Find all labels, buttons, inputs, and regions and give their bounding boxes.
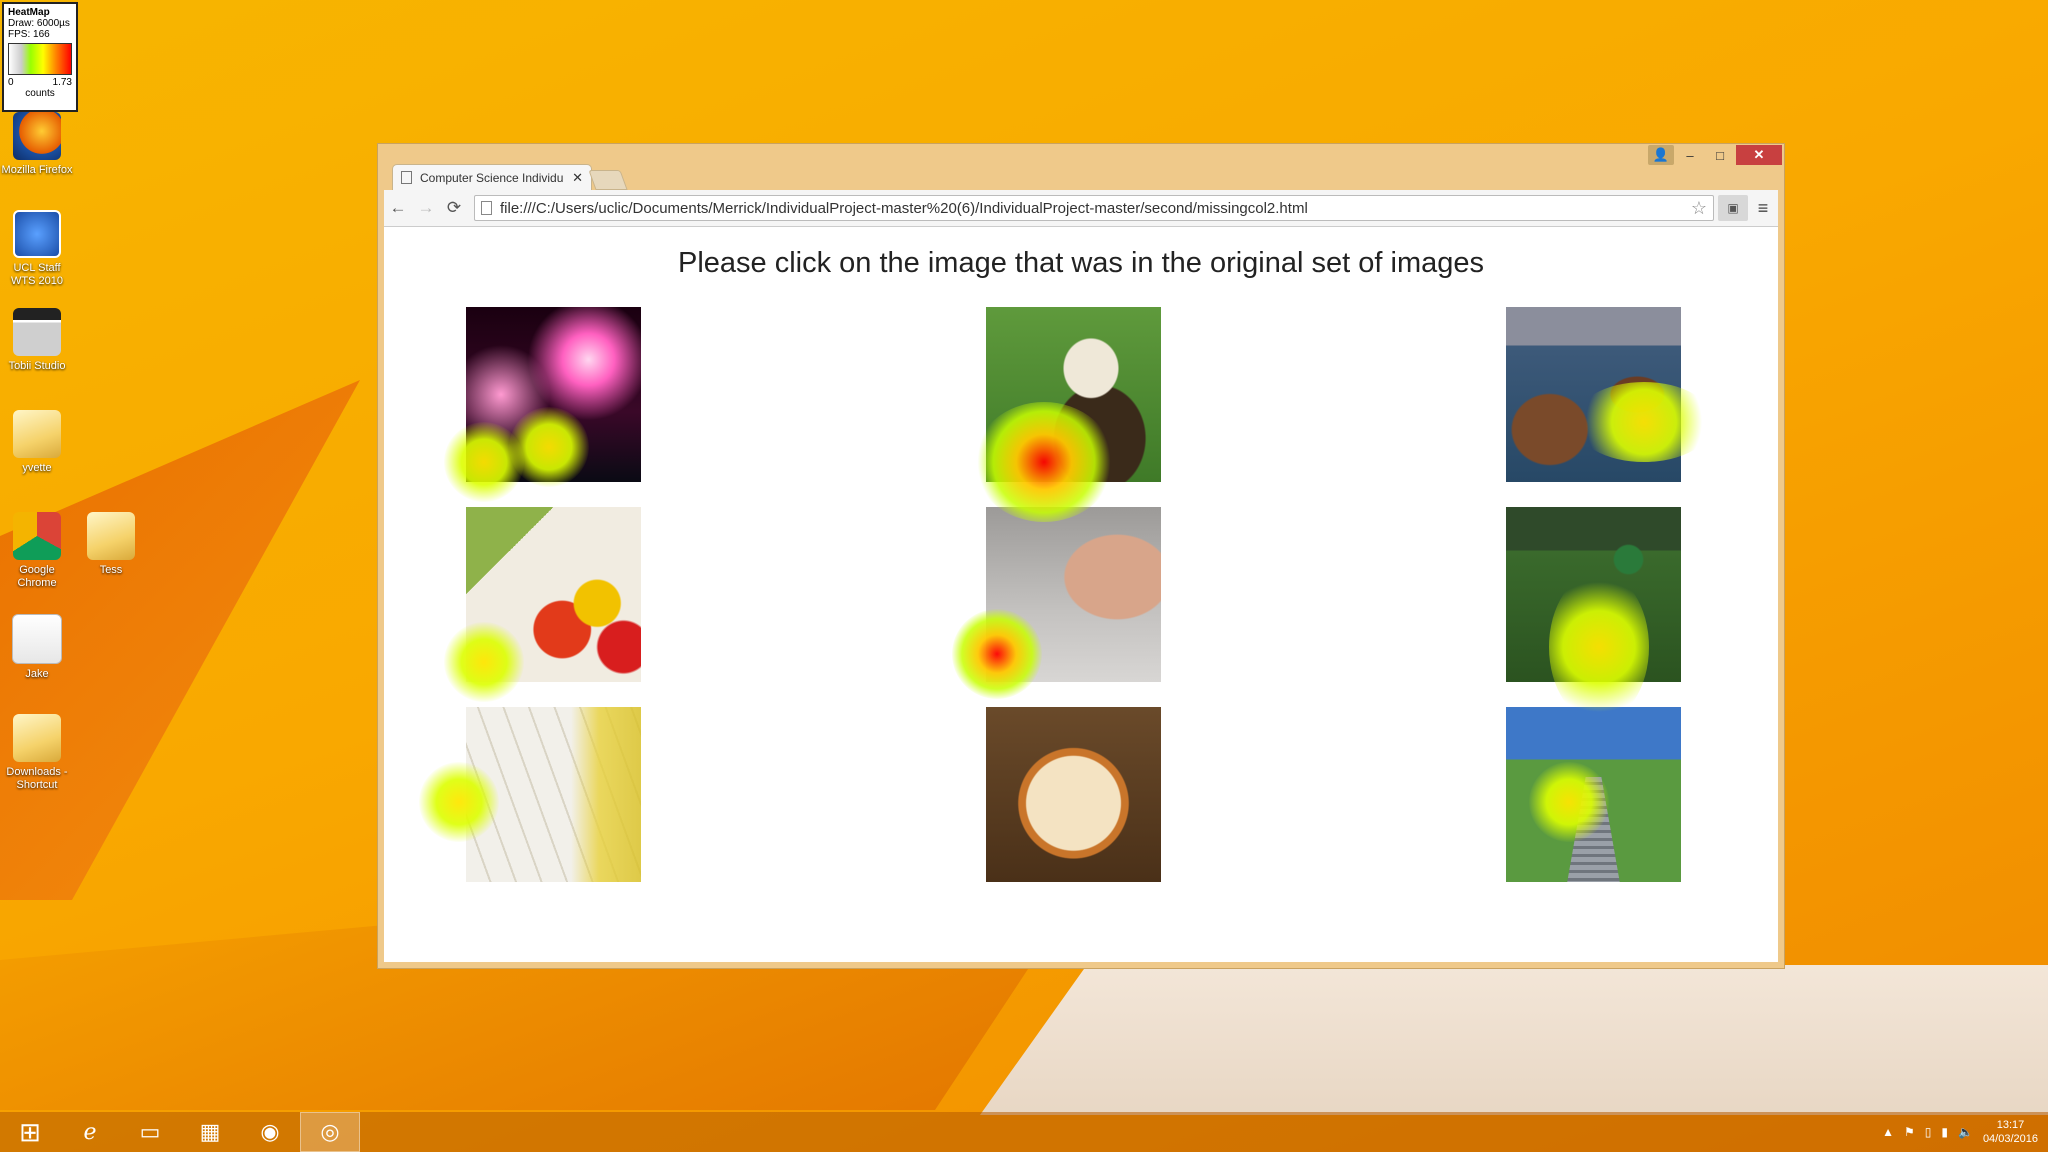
desktop-icon-tobii[interactable]: Tobii Studio: [0, 308, 74, 373]
folder-icon: [13, 410, 61, 458]
address-bar[interactable]: file:///C:/Users/uclic/Documents/Merrick…: [474, 195, 1714, 221]
url-text[interactable]: file:///C:/Users/uclic/Documents/Merrick…: [500, 200, 1691, 217]
heatmap-legend: HeatMap Draw: 6000µs FPS: 166 0 1.73 cou…: [2, 2, 78, 112]
remote-desktop-icon: [13, 210, 61, 258]
image-soccer[interactable]: [1506, 507, 1681, 682]
downloads-folder-icon: [13, 714, 61, 762]
desktop-icon-chrome[interactable]: Google Chrome: [0, 512, 74, 590]
action-center-flag-icon[interactable]: ⚑: [1904, 1125, 1915, 1139]
bookmark-star-icon[interactable]: ☆: [1691, 198, 1707, 219]
extension-icon[interactable]: ▣: [1718, 195, 1748, 221]
legend-fps: FPS: 166: [8, 29, 50, 40]
system-tray: ▲ ⚑ ▯ ▮ 🔈 13:17 04/03/2016: [1882, 1112, 2038, 1152]
page-icon: [481, 201, 492, 215]
tab-title: Computer Science Individu: [420, 170, 564, 185]
start-icon[interactable]: ⊞: [0, 1112, 60, 1152]
firefox-icon[interactable]: ◉: [240, 1112, 300, 1152]
legend-draw: Draw: 6000µs: [8, 18, 70, 29]
internet-explorer-icon[interactable]: ℯ: [60, 1112, 120, 1152]
desktop-icon-label: Tobii Studio: [8, 360, 66, 372]
close-button[interactable]: ✕: [1736, 145, 1782, 165]
tobii-icon: [13, 308, 61, 356]
back-button[interactable]: ←: [384, 198, 412, 218]
legend-min: 0: [8, 77, 14, 88]
desktop-icon-ucl-staff[interactable]: UCL Staff WTS 2010: [0, 210, 74, 288]
reload-button[interactable]: ⟳: [440, 198, 468, 218]
power-icon[interactable]: ▯: [1925, 1125, 1932, 1139]
desktop-icon-yvette[interactable]: yvette: [0, 410, 74, 475]
desktop-icon-label: Mozilla Firefox: [1, 164, 73, 176]
desktop-icon-jake[interactable]: Jake: [0, 614, 74, 681]
network-icon[interactable]: ▮: [1941, 1125, 1948, 1139]
chrome-icon: [13, 512, 61, 560]
profile-button[interactable]: 👤: [1648, 145, 1674, 165]
image-sea-stacks[interactable]: [1506, 307, 1681, 482]
browser-tab[interactable]: Computer Science Individu ✕: [392, 164, 592, 190]
legend-color-bar: [8, 43, 72, 75]
page-viewport: Please click on the image that was in th…: [384, 227, 1778, 962]
clock[interactable]: 13:17 04/03/2016: [1983, 1118, 2038, 1146]
image-park-stairs[interactable]: [1506, 707, 1681, 882]
firefox-icon: [13, 112, 61, 160]
image-pizza[interactable]: [986, 707, 1161, 882]
desktop-icon-label: Tess: [99, 564, 123, 576]
new-tab-button[interactable]: [588, 170, 628, 190]
desktop-icon-label: Google Chrome: [17, 564, 57, 589]
tray-expand-icon[interactable]: ▲: [1882, 1125, 1894, 1139]
legend-unit: counts: [25, 88, 55, 99]
minimize-button[interactable]: –: [1676, 145, 1704, 165]
desktop-icon-downloads[interactable]: Downloads - Shortcut: [0, 714, 74, 792]
background-shape: [980, 965, 2048, 1115]
browser-toolbar: ← → ⟳ file:///C:/Users/uclic/Documents/M…: [384, 190, 1778, 227]
legend-title: HeatMap: [8, 7, 50, 18]
page-prompt: Please click on the image that was in th…: [678, 247, 1484, 279]
image-fireworks[interactable]: [466, 307, 641, 482]
page-icon: [401, 171, 412, 184]
store-icon[interactable]: ▦: [180, 1112, 240, 1152]
menu-button[interactable]: ≡: [1748, 198, 1778, 219]
document-icon: [12, 614, 62, 664]
close-tab-icon[interactable]: ✕: [572, 170, 583, 186]
image-vegetables[interactable]: [466, 507, 641, 682]
browser-window: 👤 – □ ✕ Computer Science Individu ✕ ← → …: [377, 143, 1785, 969]
clock-time: 13:17: [1996, 1119, 2025, 1131]
desktop-icon-label: Downloads - Shortcut: [6, 766, 68, 791]
volume-icon[interactable]: 🔈: [1958, 1125, 1973, 1139]
clock-date: 04/03/2016: [1982, 1133, 2038, 1145]
desktop-icon-label: UCL Staff WTS 2010: [11, 262, 63, 287]
maximize-button[interactable]: □: [1706, 145, 1734, 165]
legend-max: 1.73: [52, 77, 72, 88]
image-measuring-tape[interactable]: [466, 707, 641, 882]
desktop-icon-tess[interactable]: Tess: [74, 512, 148, 577]
folder-icon: [87, 512, 135, 560]
desktop-icon-label: yvette: [22, 462, 52, 474]
window-controls: 👤 – □ ✕: [1648, 145, 1782, 165]
taskbar: ⊞ ℯ ▭ ▦ ◉ ◎ ▲ ⚑ ▯ ▮ 🔈 13:17 04/03/2016: [0, 1112, 2048, 1152]
desktop-icon-label: Jake: [25, 668, 49, 680]
file-explorer-icon[interactable]: ▭: [120, 1112, 180, 1152]
image-eagle[interactable]: [986, 307, 1161, 482]
desktop-icon-firefox[interactable]: Mozilla Firefox: [0, 112, 74, 177]
forward-button[interactable]: →: [412, 198, 440, 218]
image-hand-cable[interactable]: [986, 507, 1161, 682]
chrome-icon[interactable]: ◎: [300, 1112, 360, 1152]
